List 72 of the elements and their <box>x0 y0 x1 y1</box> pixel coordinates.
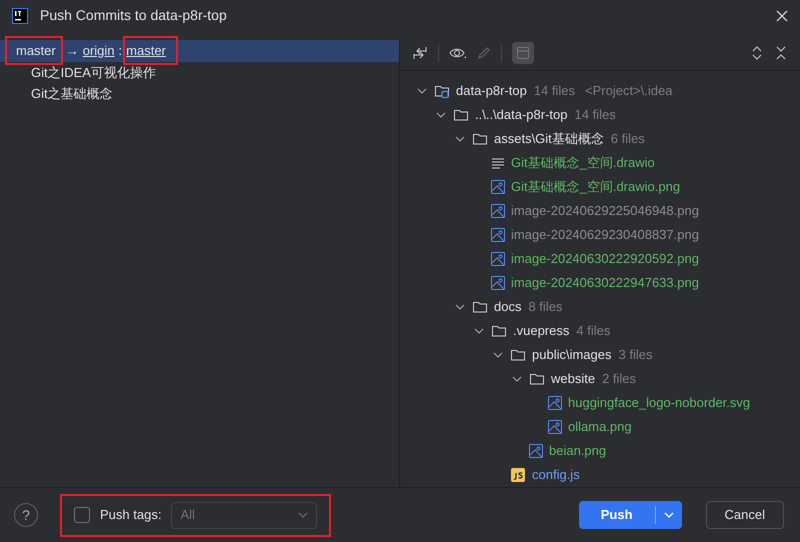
layout-toggle-button[interactable] <box>512 42 534 64</box>
folder-name[interactable]: .vuepress <box>513 321 570 341</box>
help-button[interactable]: ? <box>14 503 38 527</box>
remote-branch-link[interactable]: master <box>126 41 166 61</box>
push-tags-label: Push tags: <box>100 506 162 524</box>
image-file-icon <box>491 276 505 290</box>
chevron-down-icon[interactable] <box>455 136 465 142</box>
chevron-down-icon[interactable] <box>512 376 522 382</box>
file-count: 8 files <box>528 298 562 316</box>
folder-icon <box>510 347 526 363</box>
close-icon[interactable] <box>776 10 788 22</box>
folder-name[interactable]: docs <box>494 297 522 317</box>
compare-arrows-icon[interactable] <box>412 45 428 61</box>
file-count: 4 files <box>576 322 610 340</box>
file-count: 14 files <box>534 82 576 100</box>
pencil-icon[interactable] <box>477 46 491 60</box>
folder-name[interactable]: ..\..\data-p8r-top <box>475 105 568 125</box>
folder-name[interactable]: data-p8r-top <box>456 81 527 101</box>
file-name[interactable]: ollama.png <box>568 417 632 437</box>
arrow-text: → <box>66 42 79 60</box>
image-file-icon <box>491 204 505 218</box>
folder-name[interactable]: public\images <box>532 345 612 365</box>
commit-item[interactable]: Git之基础概念 <box>0 84 399 104</box>
collapse-all-icon[interactable] <box>774 45 788 61</box>
file-name[interactable]: huggingface_logo-noborder.svg <box>568 393 750 413</box>
cancel-button[interactable]: Cancel <box>706 501 784 529</box>
chevron-down-icon[interactable] <box>455 304 465 310</box>
chevron-down-icon[interactable] <box>493 352 503 358</box>
caret-icon <box>298 512 308 518</box>
expand-all-icon[interactable] <box>750 45 764 61</box>
window-title: Push Commits to data-p8r-top <box>40 6 227 25</box>
image-file-icon <box>491 180 505 194</box>
chevron-down-icon[interactable] <box>474 328 484 334</box>
folder-icon <box>472 131 488 147</box>
file-name[interactable]: image-20240630222947633.png <box>511 273 699 293</box>
chevron-down-icon[interactable] <box>436 112 446 118</box>
layout-icon <box>516 46 530 60</box>
folder-icon <box>472 299 488 315</box>
separator-text: : <box>118 42 122 60</box>
image-file-icon <box>491 252 505 266</box>
folder-icon <box>529 371 545 387</box>
path-note: <Project>\.idea <box>585 82 672 100</box>
file-count: 3 files <box>618 346 652 364</box>
folder-icon <box>491 323 507 339</box>
image-file-icon <box>548 420 562 434</box>
project-folder-icon <box>434 83 450 99</box>
file-count: 14 files <box>574 106 616 124</box>
image-file-icon <box>529 444 543 458</box>
image-file-icon <box>548 396 562 410</box>
file-name[interactable]: Git基础概念_空间.drawio.png <box>511 177 680 197</box>
annotation-box <box>5 36 63 65</box>
commit-item[interactable]: Git之IDEA可视化操作 <box>0 63 399 83</box>
file-name[interactable]: config.js <box>532 465 580 485</box>
local-branch: master <box>16 42 56 60</box>
folder-icon <box>453 107 469 123</box>
folder-name[interactable]: website <box>551 369 596 389</box>
file-count: 6 files <box>610 130 645 148</box>
file-name[interactable]: beian.png <box>549 441 606 461</box>
checkbox[interactable] <box>74 507 90 523</box>
image-file-icon <box>491 228 505 242</box>
chevron-down-icon[interactable] <box>417 88 427 94</box>
file-name[interactable]: image-20240630222920592.png <box>511 249 699 269</box>
file-count: 2 files <box>602 370 636 388</box>
file-name[interactable]: image-20240629230408837.png <box>511 225 699 245</box>
annotation-box <box>123 36 178 65</box>
file-name[interactable]: image-20240629225046948.png <box>511 201 699 221</box>
javascript-file-icon <box>510 467 526 483</box>
folder-name[interactable]: assets\Git基础概念 <box>494 129 604 149</box>
text-file-icon <box>491 156 505 170</box>
app-logo-icon <box>12 8 28 24</box>
file-name[interactable]: Git基础概念_空间.drawio <box>511 153 655 173</box>
remote-link[interactable]: origin <box>82 41 115 61</box>
